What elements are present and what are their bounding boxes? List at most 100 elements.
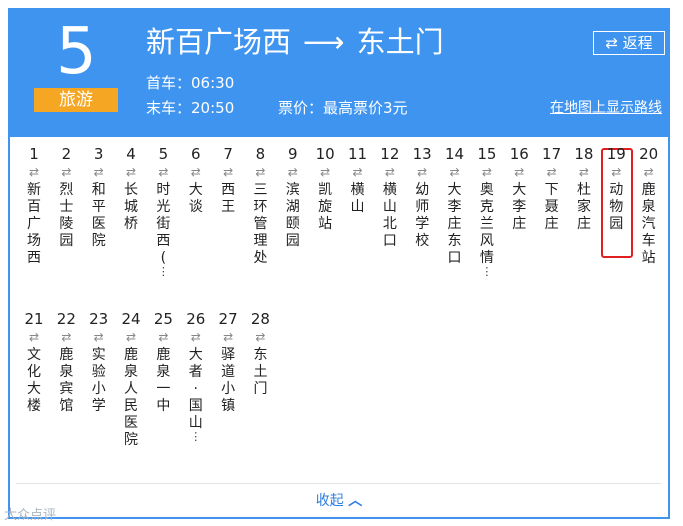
stop-item[interactable]: 25 ⇄ 鹿泉一中 <box>147 310 179 415</box>
stop-item[interactable]: 23 ⇄ 实验小学 <box>83 310 115 415</box>
route-title: 新百广场西 ⟶ 东土门 <box>146 22 444 62</box>
stop-number: 13 <box>412 145 432 163</box>
stop-name: 下聂庄 <box>544 182 559 232</box>
stop-item[interactable]: 20 ⇄ 鹿泉汽车站 <box>633 145 665 267</box>
stop-item[interactable]: 5 ⇄ 时光街西(⋮ <box>147 145 179 277</box>
stop-item[interactable]: 26 ⇄ 大者·国山 ⋮ <box>180 310 212 442</box>
collapse-button[interactable]: 收起 ︿ <box>10 491 668 511</box>
stop-item[interactable]: 1 ⇄ 新百广场西 <box>18 145 50 267</box>
chevron-up-icon: ︿ <box>348 493 363 509</box>
direction-icon: ⇄ <box>352 165 363 179</box>
stop-number: 4 <box>126 145 136 163</box>
direction-icon: ⇄ <box>223 165 234 179</box>
stop-name: 长城桥 <box>124 182 139 232</box>
stop-name: 凯旋站 <box>318 182 333 232</box>
stop-item[interactable]: 7 ⇄ 西王 <box>212 145 244 216</box>
stop-item[interactable]: 21 ⇄ 文化大楼 <box>18 310 50 415</box>
stop-item[interactable]: 15 ⇄ 奥克兰风情 ⋮ <box>471 145 503 277</box>
direction-icon: ⇄ <box>255 330 266 344</box>
route-number: 5 <box>56 15 97 89</box>
stop-name: 杜家庄 <box>576 182 591 232</box>
stop-name: 驿道小镇 <box>221 347 236 414</box>
stop-item[interactable]: 27 ⇄ 驿道小镇 <box>212 310 244 415</box>
direction-icon: ⇄ <box>190 330 201 344</box>
stop-item[interactable]: 2 ⇄ 烈士陵园 <box>50 145 82 250</box>
stop-item[interactable]: 18 ⇄ 杜家庄 <box>568 145 600 233</box>
stop-number: 10 <box>315 145 335 163</box>
direction-icon: ⇄ <box>158 330 169 344</box>
ellipsis-icon: ⋮ <box>190 430 202 443</box>
stop-item[interactable]: 9 ⇄ 滨湖颐园 <box>277 145 309 250</box>
stop-name: 文化大楼 <box>27 347 41 414</box>
last-bus-time: 20:50 <box>191 99 235 117</box>
stop-name: 鹿泉一中 <box>156 347 171 414</box>
last-bus-info: 末车：20:50 <box>146 98 234 118</box>
stop-item[interactable]: 28 ⇄ 东土门 <box>244 310 276 398</box>
stop-item[interactable]: 22 ⇄ 鹿泉宾馆 <box>50 310 82 415</box>
direction-icon: ⇄ <box>546 165 557 179</box>
stop-number: 14 <box>445 145 465 163</box>
stop-item[interactable]: 12 ⇄ 横山北口 <box>374 145 406 250</box>
direction-icon: ⇄ <box>28 165 40 179</box>
route-tag-badge: 旅游 <box>34 88 118 112</box>
swap-icon: ⇄ <box>605 34 618 52</box>
direction-icon: ⇄ <box>28 330 40 344</box>
stop-name: 三环管理处 <box>253 182 268 266</box>
first-bus-label: 首车： <box>146 74 192 92</box>
fare-info: 票价：最高票价3元 <box>278 99 408 117</box>
stop-number: 25 <box>153 310 173 328</box>
stop-item[interactable]: 4 ⇄ 长城桥 <box>115 145 147 233</box>
stop-number: 28 <box>250 310 270 328</box>
stop-name: 鹿泉人民医院 <box>124 347 139 448</box>
stop-item[interactable]: 13 ⇄ 幼师学校 <box>406 145 438 250</box>
stop-item[interactable]: 17 ⇄ 下聂庄 <box>536 145 568 233</box>
stop-name: 幼师学校 <box>415 182 430 249</box>
route-header: 5 旅游 新百广场西 ⟶ 东土门 首车：06:30 末车：20:50 票价：最高票价… <box>10 10 668 137</box>
direction-icon: ⇄ <box>190 165 201 179</box>
stop-number: 16 <box>509 145 529 163</box>
stop-item[interactable]: 10 ⇄ 凯旋站 <box>309 145 341 233</box>
direction-icon: ⇄ <box>514 165 525 179</box>
stop-name: 大李庄 <box>512 182 527 232</box>
stop-name: 东土门 <box>253 347 268 397</box>
direction-icon: ⇄ <box>417 165 428 179</box>
stop-number: 22 <box>56 310 76 328</box>
stop-item[interactable]: 19 ⇄ 动物园 <box>600 145 632 233</box>
divider <box>16 483 661 484</box>
direction-icon: ⇄ <box>223 330 234 344</box>
stop-number: 3 <box>93 145 104 163</box>
stop-name: 奥克兰风情 <box>479 182 494 266</box>
stop-name: 新百广场西 <box>27 182 41 266</box>
direction-icon: ⇄ <box>126 330 137 344</box>
stop-number: 18 <box>574 145 594 163</box>
stop-number: 24 <box>121 310 141 328</box>
stop-name: 鹿泉汽车站 <box>641 182 656 266</box>
stop-number: 17 <box>542 145 562 163</box>
stop-number: 5 <box>158 145 169 163</box>
stop-name: 西王 <box>221 182 236 215</box>
direction-icon: ⇄ <box>287 165 298 179</box>
stop-number: 20 <box>639 145 659 163</box>
stop-item[interactable]: 3 ⇄ 和平医院 <box>83 145 115 250</box>
direction-icon: ⇄ <box>449 165 460 179</box>
stop-number: 11 <box>347 145 368 163</box>
stop-name: 横山 <box>350 182 365 215</box>
stop-item[interactable]: 16 ⇄ 大李庄 <box>503 145 535 233</box>
stop-item[interactable]: 8 ⇄ 三环管理处 <box>244 145 276 267</box>
ellipsis-icon: ⋮ <box>481 265 493 278</box>
collapse-label: 收起 <box>315 493 344 509</box>
stop-item[interactable]: 24 ⇄ 鹿泉人民医院 <box>115 310 147 449</box>
watermark: 大众点评 <box>4 508 57 523</box>
stop-number: 27 <box>218 310 238 328</box>
first-bus-time: 06:30 <box>191 74 235 92</box>
return-button[interactable]: ⇄ 返程 <box>593 31 665 55</box>
route-arrow-icon: ⟶ <box>303 25 345 59</box>
return-label: 返程 <box>622 34 653 52</box>
stop-item[interactable]: 11 ⇄ 横山 <box>342 145 374 216</box>
stop-item[interactable]: 14 ⇄ 大李庄东口 <box>439 145 471 267</box>
stop-item[interactable]: 6 ⇄ 大谈 <box>180 145 212 216</box>
show-map-link[interactable]: 在地图上显示路线 <box>550 98 662 118</box>
stop-number: 9 <box>288 145 298 163</box>
stop-number: 21 <box>24 310 44 328</box>
direction-icon: ⇄ <box>158 165 169 179</box>
